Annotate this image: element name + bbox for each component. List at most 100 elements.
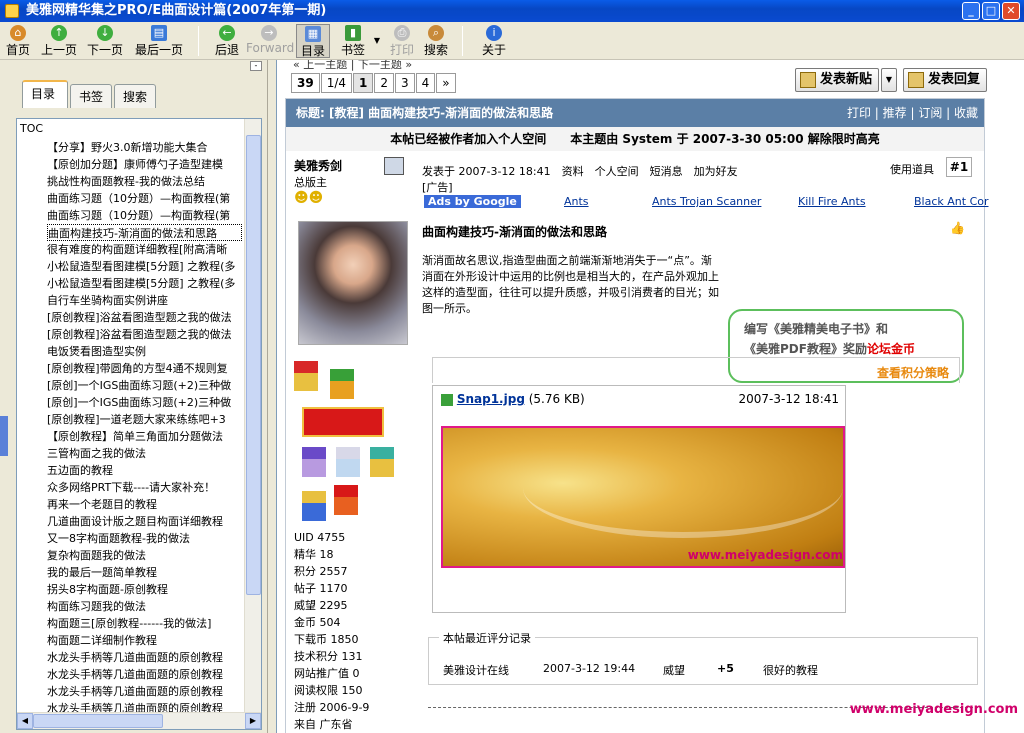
toc-item[interactable]: 三管构面之我的做法 [47, 445, 242, 462]
vertical-scrollbar[interactable] [244, 119, 261, 713]
toc-root[interactable]: TOC [20, 122, 43, 135]
ads-by-google[interactable]: Ads by Google [424, 195, 521, 208]
toc-item[interactable]: 我的最后一题简单教程 [47, 564, 242, 581]
last-page-button[interactable]: ▤ 最后一页 [132, 24, 186, 58]
search-button[interactable]: ⌕ 搜索 [420, 24, 452, 58]
pager-page[interactable]: 4 [415, 73, 436, 93]
arrow-left-icon: ← [219, 25, 235, 41]
pin-icon[interactable]: - [250, 61, 262, 71]
reply-button[interactable]: 发表回复 [903, 68, 988, 92]
toc-item[interactable]: 复杂构面题我的做法 [47, 547, 242, 564]
left-panel: - 目录 书签 搜索 TOC 【分享】野火3.0新增功能大集合 【原创加分题】康师… [0, 60, 268, 733]
ad-link[interactable]: Ants Trojan Scanner [652, 195, 761, 208]
pager-next[interactable]: » [436, 73, 456, 93]
toc-item[interactable]: 小松鼠造型看图建模[5分题] 之教程(多 [47, 275, 242, 292]
author-avatar[interactable] [298, 221, 408, 345]
pager-page[interactable]: 1 [353, 73, 374, 93]
next-page-button[interactable]: ↓ 下一页 [84, 24, 126, 58]
scroll-left-icon[interactable]: ◀ [17, 713, 33, 729]
attachment-bar: Snap1.jpg (5.76 KB) 2007-3-12 18:41 [433, 386, 845, 412]
about-button[interactable]: i 关于 [478, 24, 510, 58]
medal-icon [336, 447, 360, 477]
scroll-thumb[interactable] [246, 135, 261, 595]
topic-nav[interactable]: « 上一主题 | 下一主题 » [293, 60, 412, 72]
toc-item[interactable]: 构面题三[原创教程------我的做法] [47, 615, 242, 632]
toc-item[interactable]: [原创]一个IGS曲面练习题(+2)三种做 [47, 394, 242, 411]
attachment-name[interactable]: Snap1.jpg [457, 392, 525, 406]
back-button[interactable]: ← 后退 [210, 24, 244, 58]
post: 标题: [教程] 曲面构建技巧-渐消面的做法和思路 打印 | 推荐 | 订阅 |… [285, 98, 989, 733]
post-meta[interactable]: 发表于 2007-3-12 18:41 资料 个人空间 短消息 加为好友 [422, 163, 738, 179]
post-header-title: 标题: [教程] 曲面构建技巧-渐消面的做法和思路 [296, 106, 554, 120]
bookmark-dropdown[interactable]: ▼ [372, 24, 382, 58]
pencil-icon [800, 72, 816, 88]
close-button[interactable]: ✕ [1002, 2, 1020, 20]
rating-value: +5 [717, 662, 734, 675]
page-icon: ▤ [151, 25, 167, 41]
scroll-right-icon[interactable]: ▶ [245, 713, 261, 729]
print-button[interactable]: ⎙ 打印 [386, 24, 418, 58]
toc-item[interactable]: [原创]一个IGS曲面练习题(+2)三种做 [47, 377, 242, 394]
prev-page-button[interactable]: ↑ 上一页 [38, 24, 80, 58]
toc-item[interactable]: 【原创教程】简单三角面加分题做法 [47, 428, 242, 445]
tab-search[interactable]: 搜索 [114, 84, 156, 108]
post-header-links[interactable]: 打印 | 推荐 | 订阅 | 收藏 [847, 99, 978, 127]
toc-item[interactable]: 曲面练习题（10分题）—构面教程(第 [47, 207, 242, 224]
toc-item[interactable]: 【分享】野火3.0新增功能大集合 [47, 139, 242, 156]
toc-item[interactable]: 曲面练习题（10分题）—构面教程(第 [47, 190, 242, 207]
splitter-handle[interactable] [0, 416, 8, 456]
thumbs-up-icon[interactable]: 👍 [950, 221, 965, 235]
toc-item[interactable]: 几道曲面设计版之题目构面详细教程 [47, 513, 242, 530]
toc-item[interactable]: 构面练习题我的做法 [47, 598, 242, 615]
toc-item[interactable]: 水龙头手柄等几道曲面题的原创教程 [47, 666, 242, 683]
toc-item[interactable]: 很有难度的构面题详细教程[附高清晰 [47, 241, 242, 258]
use-tools-link[interactable]: 使用道具 [890, 161, 934, 177]
toc-button[interactable]: ▦ 目录 [296, 24, 330, 58]
tab-toc[interactable]: 目录 [22, 80, 68, 108]
post-title: 曲面构建技巧-渐消面的做法和思路 [422, 225, 607, 239]
toc-item[interactable]: 再来一个老题目的教程 [47, 496, 242, 513]
toc-item[interactable]: [原创教程]带圆角的方型4通不规则复 [47, 360, 242, 377]
toc-item[interactable]: [原创教程]浴盆看图造型题之我的做法 [47, 309, 242, 326]
scroll-thumb[interactable] [33, 714, 163, 728]
toc-item[interactable]: 构面题二详细制作教程 [47, 632, 242, 649]
toc-item[interactable]: 【原创加分题】康师傅勺子造型建模 [47, 156, 242, 173]
floor-number[interactable]: #1 [946, 157, 972, 177]
bookmark-button[interactable]: ▮ 书签 [336, 24, 370, 58]
pager-page[interactable]: 3 [395, 73, 415, 93]
toc-item[interactable]: 众多网络PRT下载----请大家补充！ [47, 479, 242, 496]
pager-page[interactable]: 2 [374, 73, 395, 93]
toc-item[interactable]: [原创教程]一道老题大家来练练吧+3 [47, 411, 242, 428]
pager: 39 1/4 1 2 3 4 » [291, 73, 457, 93]
toc-item[interactable]: 小松鼠造型看图建模[5分题] 之教程(多 [47, 258, 242, 275]
toc-tree: TOC 【分享】野火3.0新增功能大集合 【原创加分题】康师傅勺子造型建模 挑战性构… [16, 118, 262, 730]
new-post-button[interactable]: 发表新贴 [795, 68, 880, 92]
maximize-button[interactable]: □ [982, 2, 1000, 20]
minimize-button[interactable]: _ [962, 2, 980, 20]
toc-item[interactable]: 拐头8字构面题-原创教程 [47, 581, 242, 598]
score-strategy-link[interactable]: 查看积分策略 [877, 364, 949, 381]
toc-item[interactable]: 水龙头手柄等几道曲面题的原创教程 [47, 649, 242, 666]
tab-bookmarks[interactable]: 书签 [70, 84, 112, 108]
attachment-image[interactable]: www.meiyadesign.com [441, 426, 845, 568]
toc-item[interactable]: 又一8字构面题教程-我的做法 [47, 530, 242, 547]
ad-link[interactable]: Black Ant Cor [914, 195, 989, 208]
ad-link[interactable]: Kill Fire Ants [798, 195, 866, 208]
toc-item[interactable]: 自行车坐骑构面实例讲座 [47, 292, 242, 309]
ad-link[interactable]: Ants [564, 195, 589, 208]
toc-item[interactable]: [原创教程]浴盆看图造型题之我的做法 [47, 326, 242, 343]
rating-user[interactable]: 美雅设计在线 [443, 662, 509, 678]
toc-item[interactable]: 五边面的教程 [47, 462, 242, 479]
new-post-dropdown[interactable]: ▼ [881, 68, 897, 92]
medal-icon [302, 491, 326, 521]
toolbar: ⌂ 首页 ↑ 上一页 ↓ 下一页 ▤ 最后一页 ← 后退 → Forward ▦ 目录 ▮ 书签… [0, 22, 1024, 60]
toc-item[interactable]: 曲面构建技巧-渐消面的做法和思路 [47, 224, 242, 241]
forward-button[interactable]: → Forward [246, 24, 294, 58]
medal-icon [302, 447, 326, 477]
toc-item[interactable]: 电饭煲看图造型实例 [47, 343, 242, 360]
home-button[interactable]: ⌂ 首页 [4, 24, 32, 58]
horizontal-scrollbar[interactable]: ◀ ▶ [17, 712, 261, 729]
window-titlebar: 美雅网精华集之PRO/E曲面设计篇(2007年第一期) _ □ ✕ [0, 0, 1024, 22]
toc-item[interactable]: 挑战性构面题教程-我的做法总结 [47, 173, 242, 190]
toc-item[interactable]: 水龙头手柄等几道曲面题的原创教程 [47, 683, 242, 700]
